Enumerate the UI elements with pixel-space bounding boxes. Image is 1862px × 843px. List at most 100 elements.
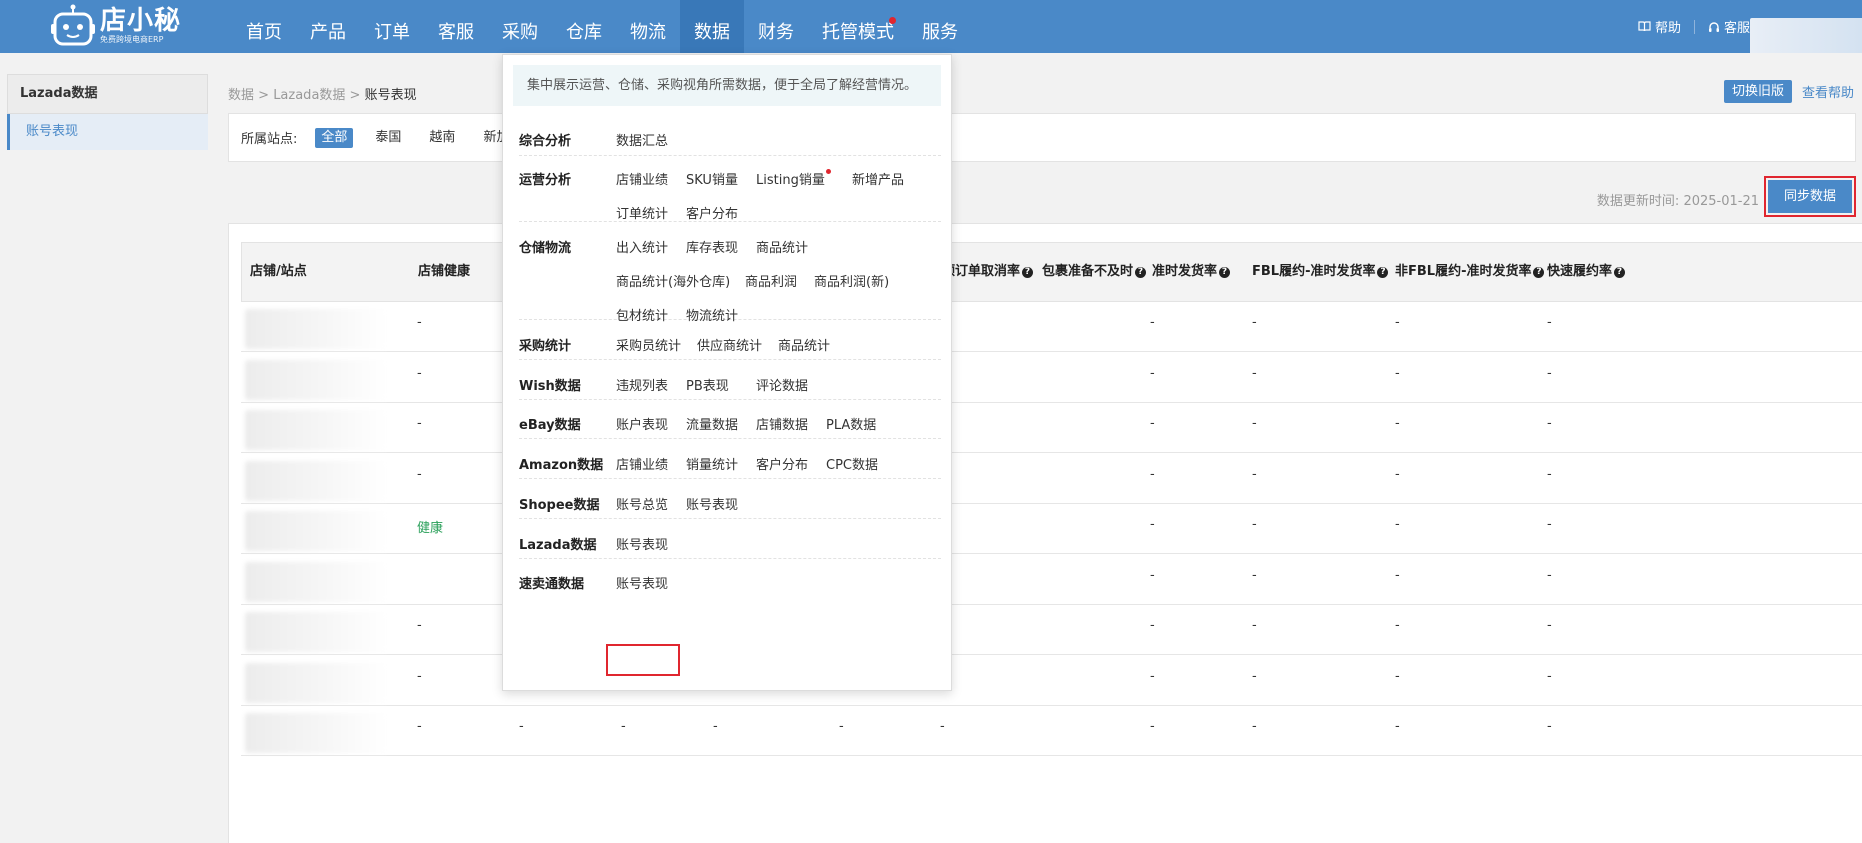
menu-item[interactable]: 客户分布 <box>756 454 808 473</box>
table-row: ------ <box>241 554 1862 605</box>
nav-item-hosting-mode[interactable]: 托管模式 <box>808 0 908 53</box>
menu-item-label: 物流统计 <box>686 309 739 324</box>
menu-item[interactable]: 销量统计 <box>686 454 738 473</box>
menu-group-wish: Wish数据 违规列表 PB表现 评论数据 <box>519 365 941 400</box>
menu-item-label: 评论数据 <box>756 379 809 394</box>
menu-item[interactable]: SKU销量 <box>686 169 738 188</box>
switch-old-version-button[interactable]: 切换旧版 <box>1723 80 1792 103</box>
breadcrumb-item[interactable]: Lazada数据 <box>273 88 345 103</box>
store-name-blurred <box>245 713 387 753</box>
nav-item-finance[interactable]: 财务 <box>744 0 808 53</box>
update-time-label: 数据更新时间: <box>1596 194 1680 209</box>
table-cell: - <box>519 719 524 734</box>
view-help-link[interactable]: 查看帮助 <box>1802 82 1854 101</box>
table-cell: - <box>1252 668 1257 684</box>
table-cell: - <box>1395 315 1400 330</box>
store-name-blurred <box>245 359 387 400</box>
menu-item[interactable]: 违规列表 <box>616 375 668 394</box>
menu-item[interactable]: 商品统计 <box>756 237 808 256</box>
menu-item[interactable]: 商品利润(新) <box>814 271 889 290</box>
menu-item[interactable]: 店铺数据 <box>756 414 808 433</box>
nav-item-customer-service[interactable]: 客服 <box>424 0 488 53</box>
table-header: 店铺/站点店铺健康取消率?预订单取消率?包裹准备不及时?准时发货率?FBL履约-… <box>241 242 1862 302</box>
menu-item-label: 销量统计 <box>686 458 739 473</box>
nav-item-services[interactable]: 服务 <box>908 0 972 53</box>
menu-item[interactable]: 店铺业绩 <box>616 454 668 473</box>
table-cell: - <box>1150 719 1155 734</box>
nav-item-products[interactable]: 产品 <box>296 0 360 53</box>
column-header-text: 店铺健康 <box>418 264 471 279</box>
menu-item[interactable]: 账号总览 <box>616 494 668 513</box>
menu-item[interactable]: 客户分布 <box>686 203 738 222</box>
menu-item-label: 商品统计 <box>778 339 831 354</box>
help-question-icon[interactable]: ? <box>1377 267 1389 278</box>
menu-item-label: 订单统计 <box>616 207 669 222</box>
th-fast-fulfillment-rate: 快速履约率? <box>1547 243 1626 301</box>
help-question-icon[interactable]: ? <box>1022 267 1034 278</box>
menu-item[interactable]: 评论数据 <box>756 375 808 394</box>
help-question-icon[interactable]: ? <box>1135 267 1147 278</box>
menu-item[interactable]: CPC数据 <box>826 454 878 473</box>
nav-item-data[interactable]: 数据 <box>680 0 744 53</box>
breadcrumb-item[interactable]: 数据 <box>228 88 254 103</box>
table-row: 健康------ <box>241 503 1862 554</box>
nav-item-orders[interactable]: 订单 <box>360 0 424 53</box>
table-cell: - <box>1150 517 1155 532</box>
customer-service-link[interactable]: 客服 <box>1708 17 1750 36</box>
brand-subtitle: 免费跨境电商ERP <box>100 35 164 44</box>
th-non-fbl-on-time-rate: 非FBL履约-准时发货率? <box>1395 243 1545 301</box>
site-chip-all[interactable]: 全部 <box>315 127 354 148</box>
menu-item[interactable]: 账户表现 <box>616 414 668 433</box>
menu-group-title: Wish数据 <box>519 379 581 394</box>
menu-item[interactable]: 订单统计 <box>616 203 668 222</box>
table-cell: - <box>1395 618 1400 633</box>
menu-item[interactable]: 库存表现 <box>686 237 738 256</box>
nav-item-logistics[interactable]: 物流 <box>616 0 680 53</box>
help-question-icon[interactable]: ? <box>1533 267 1545 278</box>
menu-item[interactable]: 物流统计 <box>686 305 738 324</box>
menu-item[interactable]: 采购员统计 <box>616 335 681 354</box>
help-question-icon[interactable]: ? <box>1219 267 1231 278</box>
sync-data-button[interactable]: 同步数据 <box>1768 180 1852 213</box>
nav-item-purchasing[interactable]: 采购 <box>488 0 552 53</box>
menu-group-title: 综合分析 <box>519 134 572 149</box>
menu-item[interactable]: 账号表现 <box>686 494 738 513</box>
nav-item-label: 产品 <box>310 22 346 43</box>
th-store-health: 店铺健康 <box>418 243 470 301</box>
menu-item[interactable]: 账号表现 <box>616 534 668 553</box>
site-chip-thailand[interactable]: 泰国 <box>369 128 407 148</box>
menu-item[interactable]: PLA数据 <box>826 414 876 433</box>
help-link[interactable]: 帮助 <box>1638 17 1681 36</box>
menu-item-label: 供应商统计 <box>697 339 763 354</box>
menu-item[interactable]: 供应商统计 <box>697 335 762 354</box>
logo[interactable]: 店小秘 免费跨境电商ERP <box>50 2 181 50</box>
menu-item[interactable]: 商品利润 <box>745 271 797 290</box>
nav-item-warehouse[interactable]: 仓库 <box>552 0 616 53</box>
brand-name: 店小秘 <box>100 6 182 36</box>
menu-item[interactable]: 包材统计 <box>616 305 668 324</box>
menu-item[interactable]: 店铺业绩 <box>616 169 668 188</box>
store-health-cell: - <box>417 315 422 330</box>
menu-item[interactable]: Listing销量 <box>756 169 831 188</box>
table-row: ---------- <box>241 655 1862 706</box>
menu-group-title: Shopee数据 <box>519 498 600 513</box>
menu-item[interactable]: 账号表现 <box>616 573 668 592</box>
table-row: ------- <box>241 604 1862 655</box>
table-cell: - <box>1150 668 1155 684</box>
menu-item[interactable]: 新增产品 <box>852 169 904 188</box>
menu-item[interactable]: PB表现 <box>686 375 729 394</box>
menu-item[interactable]: 商品统计 <box>778 335 830 354</box>
table-cell: - <box>1547 567 1552 583</box>
help-question-icon[interactable]: ? <box>1614 267 1626 278</box>
menu-item[interactable]: 流量数据 <box>686 414 738 433</box>
site-chip-vietnam[interactable]: 越南 <box>423 128 461 148</box>
sidebar-item-account-performance[interactable]: 账号表现 <box>7 114 208 150</box>
user-account-area[interactable] <box>1750 18 1862 53</box>
menu-group-warehouse-logistics: 仓储物流 出入统计 库存表现 商品统计 商品统计(海外仓库) 商品利润 商品利润(新) 包材统… <box>519 227 941 324</box>
nav-item-home[interactable]: 首页 <box>232 0 296 53</box>
menu-item[interactable]: 出入统计 <box>616 237 668 256</box>
nav-item-label: 服务 <box>922 22 958 43</box>
menu-item[interactable]: 商品统计(海外仓库) <box>616 271 730 290</box>
menu-item[interactable]: 数据汇总 <box>616 130 668 149</box>
menu-item-label: 账号总览 <box>616 498 669 513</box>
